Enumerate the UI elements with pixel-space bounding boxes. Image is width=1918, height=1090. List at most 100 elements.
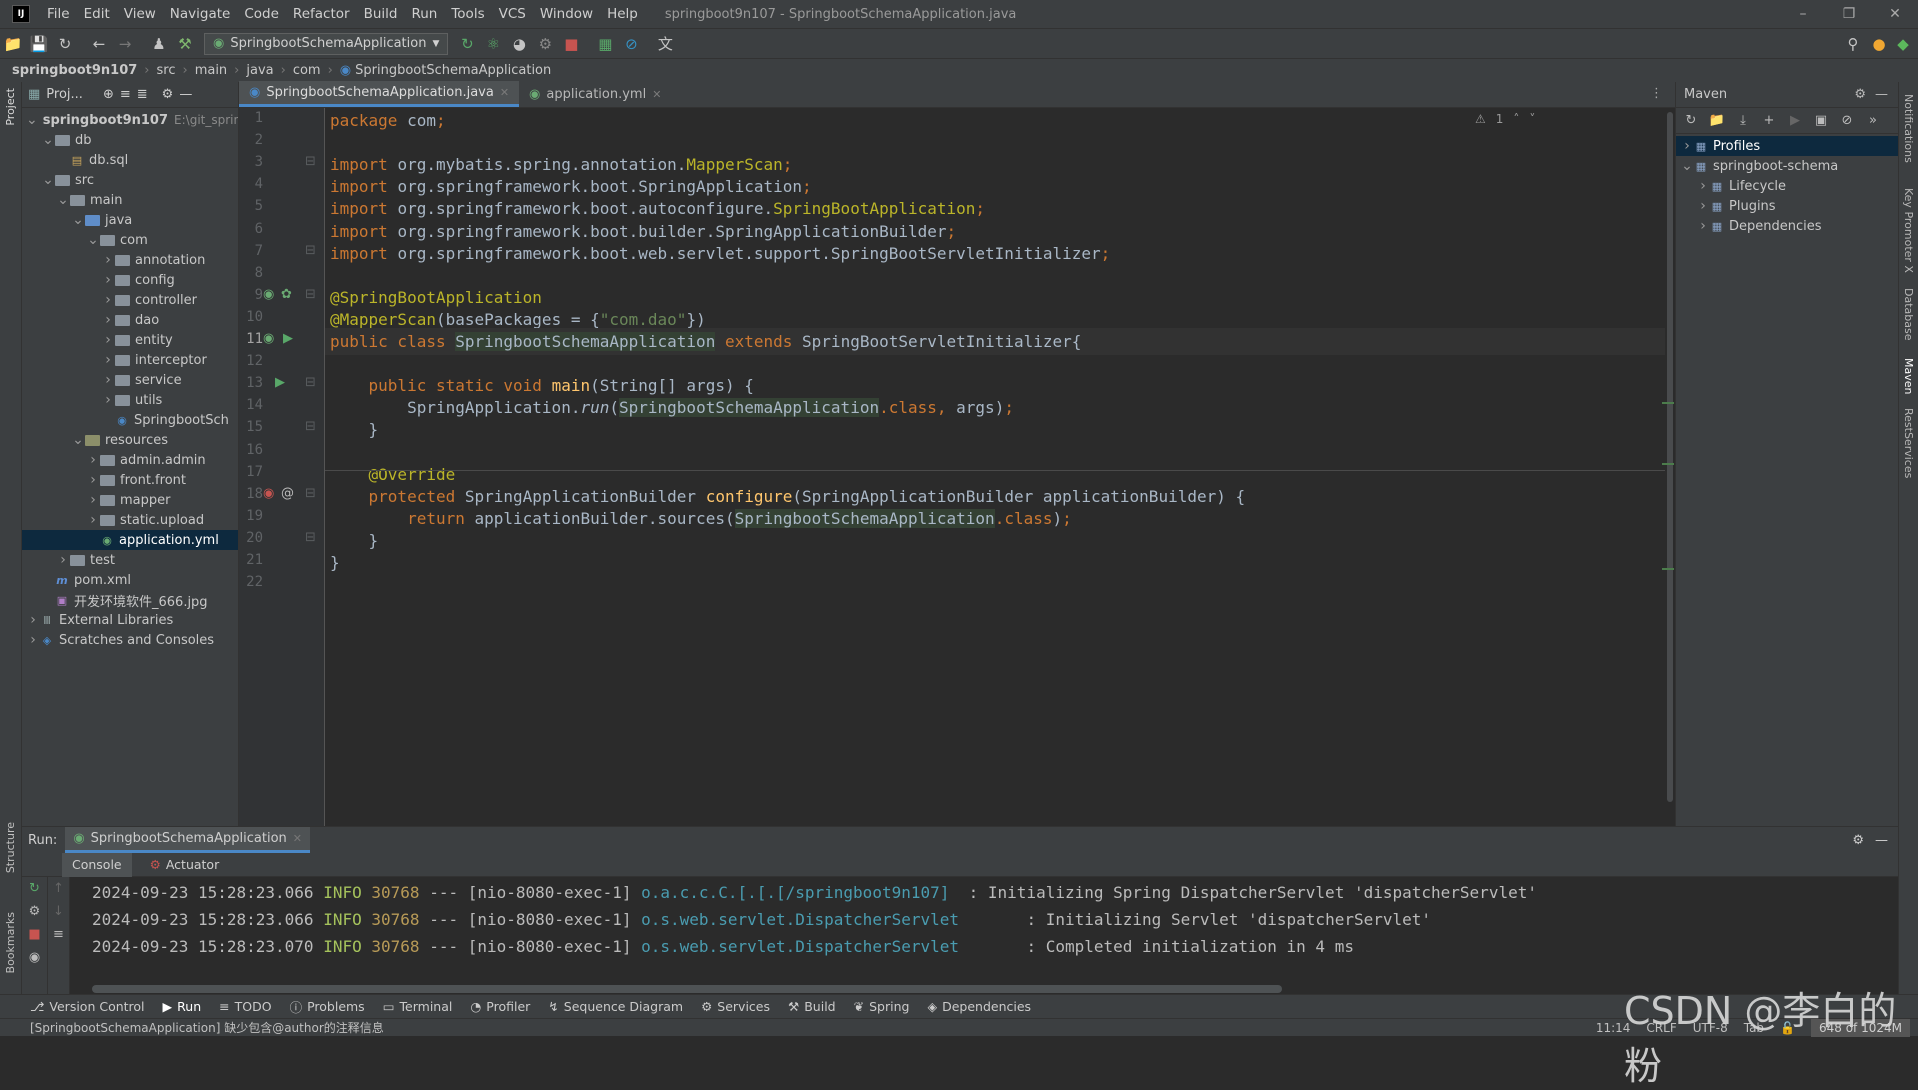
chevron-right-icon[interactable]: › bbox=[101, 332, 115, 348]
bottom-tab-run[interactable]: ▶ Run bbox=[163, 999, 202, 1014]
tree-item[interactable]: ⌄ main bbox=[22, 190, 238, 210]
override-icon[interactable]: ◉ bbox=[263, 486, 274, 501]
tree-item[interactable]: ▤ db.sql bbox=[22, 150, 238, 170]
tree-item[interactable]: › service bbox=[22, 370, 238, 390]
chevron-right-icon[interactable]: › bbox=[26, 612, 40, 628]
coverage-icon[interactable]: ◕ bbox=[506, 31, 532, 57]
rerun-icon[interactable]: ↻ bbox=[454, 31, 480, 57]
editor-tab[interactable]: ◉ application.yml ✕ bbox=[519, 81, 671, 107]
tree-item[interactable]: ◉ application.yml bbox=[22, 530, 238, 550]
save-icon[interactable]: 💾 bbox=[26, 31, 52, 57]
chevron-right-icon[interactable]: › bbox=[101, 312, 115, 328]
bean-navigation-icon[interactable]: ◉ bbox=[263, 331, 274, 346]
breadcrumb-item[interactable]: com bbox=[293, 63, 321, 78]
fold-marker-icon[interactable]: ⊟ bbox=[305, 243, 316, 258]
chevron-right-icon[interactable]: › bbox=[86, 472, 100, 488]
breadcrumb-item[interactable]: src bbox=[157, 63, 176, 78]
tree-item[interactable]: › admin.admin bbox=[22, 450, 238, 470]
menu-item-edit[interactable]: Edit bbox=[77, 6, 117, 22]
chevron-right-icon[interactable]: › bbox=[1696, 198, 1710, 214]
camera-icon[interactable]: ◉ bbox=[22, 950, 47, 965]
tree-item[interactable]: ⌄ src bbox=[22, 170, 238, 190]
chevron-down-icon[interactable]: ⌄ bbox=[71, 212, 85, 228]
tree-item[interactable]: ⌄ springboot9n107 E:\git_sprin bbox=[22, 110, 238, 130]
run-gutter-icon[interactable]: ▶ bbox=[283, 331, 293, 346]
chevron-down-icon[interactable]: ⌄ bbox=[1680, 158, 1694, 174]
breadcrumb-item[interactable]: java bbox=[246, 63, 273, 78]
tool-tab-key-promoter-x[interactable]: Key Promoter X bbox=[1902, 188, 1915, 273]
tool-tab-maven[interactable]: Maven bbox=[1902, 358, 1915, 394]
gear-icon[interactable]: ⚙ bbox=[1852, 833, 1864, 848]
breadcrumb-item[interactable]: main bbox=[195, 63, 227, 78]
fold-marker-icon[interactable]: ⊟ bbox=[305, 486, 316, 501]
open-folder-icon[interactable]: 📁 bbox=[0, 31, 26, 57]
menu-item-file[interactable]: File bbox=[40, 6, 77, 22]
bottom-tab-terminal[interactable]: ▭ Terminal bbox=[383, 999, 453, 1014]
more-tabs-icon[interactable]: ⋮ bbox=[1650, 86, 1663, 101]
menu-item-view[interactable]: View bbox=[117, 6, 163, 22]
maven-tree-item[interactable]: › ▦ Lifecycle bbox=[1676, 176, 1898, 196]
reload-icon[interactable]: ↻ bbox=[1680, 113, 1702, 128]
bottom-tab-sequence-diagram[interactable]: ↯ Sequence Diagram bbox=[548, 999, 683, 1014]
bottom-tab-profiler[interactable]: ◔ Profiler bbox=[470, 999, 530, 1014]
close-icon[interactable]: ✕ bbox=[500, 86, 509, 99]
tree-item[interactable]: › controller bbox=[22, 290, 238, 310]
chevron-right-icon[interactable]: › bbox=[56, 552, 70, 568]
editor-tab[interactable]: ◉ SpringbootSchemaApplication.java ✕ bbox=[239, 81, 520, 107]
tree-item[interactable]: › entity bbox=[22, 330, 238, 350]
chevron-right-icon[interactable]: › bbox=[1680, 138, 1694, 154]
hide-icon[interactable]: — bbox=[1875, 87, 1888, 102]
spring-icon[interactable]: ✿ bbox=[281, 287, 292, 302]
collapse-all-icon[interactable]: ≣ bbox=[137, 87, 148, 102]
debug-icon[interactable]: ⚛ bbox=[480, 31, 506, 57]
breadcrumb-item[interactable]: SpringbootSchemaApplication bbox=[355, 63, 551, 78]
breadcrumb-item[interactable]: springboot9n107 bbox=[12, 63, 137, 78]
close-icon[interactable]: ✕ bbox=[652, 88, 661, 101]
profiler-icon[interactable]: ⚙ bbox=[532, 31, 558, 57]
search-icon[interactable]: ⚲ bbox=[1840, 31, 1866, 57]
menu-item-code[interactable]: Code bbox=[237, 6, 286, 22]
chevron-right-icon[interactable]: › bbox=[101, 372, 115, 388]
status-message[interactable]: [SpringbootSchemaApplication] 缺少包含@autho… bbox=[30, 1019, 384, 1036]
chevron-down-icon[interactable]: ⌄ bbox=[41, 132, 55, 148]
console-horizontal-scrollbar[interactable] bbox=[92, 985, 1282, 993]
menu-item-refactor[interactable]: Refactor bbox=[286, 6, 357, 22]
chevron-right-icon[interactable]: › bbox=[101, 352, 115, 368]
close-icon[interactable]: ✕ bbox=[293, 832, 302, 845]
generate-sources-icon[interactable]: 📁 bbox=[1706, 113, 1728, 128]
tree-item[interactable]: ⌄ java bbox=[22, 210, 238, 230]
run-tab[interactable]: ◉ SpringbootSchemaApplication ✕ bbox=[65, 827, 310, 853]
chevron-right-icon[interactable]: › bbox=[86, 452, 100, 468]
tree-item[interactable]: › annotation bbox=[22, 250, 238, 270]
tree-item[interactable]: ▣ 开发环境软件_666.jpg bbox=[22, 590, 238, 610]
bottom-tab-spring[interactable]: ❦ Spring bbox=[854, 999, 910, 1014]
more-icon[interactable]: » bbox=[1862, 113, 1884, 128]
fold-marker-icon[interactable]: ⊟ bbox=[305, 530, 316, 545]
chevron-right-icon[interactable]: › bbox=[101, 292, 115, 308]
project-panel-title[interactable]: Proj... bbox=[46, 87, 83, 102]
run-gutter-icon[interactable]: ▶ bbox=[275, 375, 285, 390]
editor-vertical-scrollbar[interactable] bbox=[1667, 112, 1673, 802]
back-icon[interactable]: ← bbox=[86, 31, 112, 57]
forward-icon[interactable]: → bbox=[112, 31, 138, 57]
gear-icon[interactable]: ⚙ bbox=[162, 87, 174, 102]
tree-item[interactable]: › utils bbox=[22, 390, 238, 410]
tree-item[interactable]: › ◈ Scratches and Consoles bbox=[22, 630, 238, 650]
menu-item-help[interactable]: Help bbox=[600, 6, 645, 22]
bottom-tab-version-control[interactable]: ⎇ Version Control bbox=[30, 999, 145, 1014]
bottom-tab-build[interactable]: ⚒ Build bbox=[788, 999, 836, 1014]
bean-navigation-icon[interactable]: ◉ bbox=[263, 287, 274, 302]
code-editor[interactable]: ⚠ 1 ˄ ˅ package com; import org.mybatis.s… bbox=[325, 108, 1665, 826]
close-icon[interactable]: ✕ bbox=[1872, 0, 1918, 28]
tree-item[interactable]: › front.front bbox=[22, 470, 238, 490]
chevron-right-icon[interactable]: › bbox=[86, 512, 100, 528]
tool-tab-project[interactable]: Project bbox=[4, 88, 17, 126]
add-icon[interactable]: + bbox=[1758, 113, 1780, 128]
download-icon[interactable]: ⤓ bbox=[1732, 113, 1754, 128]
chevron-right-icon[interactable]: › bbox=[101, 392, 115, 408]
run-subtab-actuator[interactable]: ⚙ Actuator bbox=[140, 853, 230, 877]
translate-icon[interactable]: 文 bbox=[652, 31, 678, 57]
fold-marker-icon[interactable]: ⊟ bbox=[305, 154, 316, 169]
vcs-update-icon[interactable]: ▦ bbox=[592, 31, 618, 57]
chevron-right-icon[interactable]: › bbox=[1696, 218, 1710, 234]
